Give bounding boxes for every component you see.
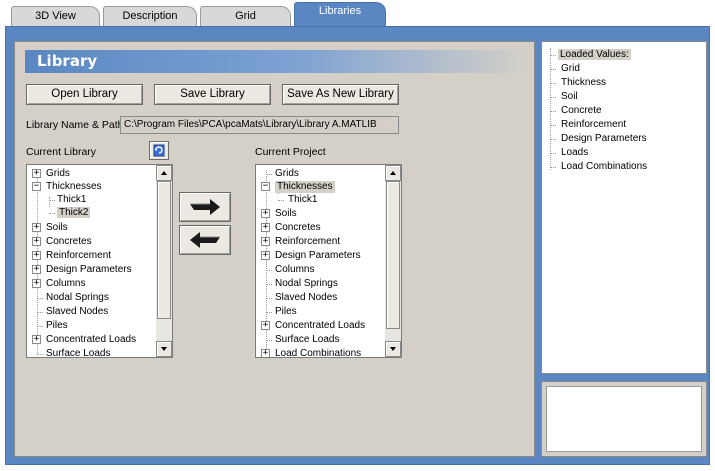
tab-3d-view[interactable]: 3D View	[11, 6, 100, 26]
expand-icon[interactable]: +	[32, 265, 41, 274]
tab-bar: 3D View Description Grid Libraries	[0, 0, 715, 26]
arrow-right-icon	[190, 199, 220, 215]
loaded-values-soil[interactable]: Soil	[561, 91, 578, 103]
tree-item-nodal-springs[interactable]: Nodal Springs	[46, 292, 109, 305]
tree-item-slaved-nodes[interactable]: Slaved Nodes	[46, 306, 108, 319]
loaded-values-load-combinations[interactable]: Load Combinations	[561, 161, 647, 173]
scroll-down-icon[interactable]	[156, 341, 172, 357]
expand-icon[interactable]: +	[261, 321, 270, 330]
expand-icon[interactable]: +	[32, 223, 41, 232]
refresh-library-button[interactable]	[149, 141, 169, 160]
expand-icon[interactable]: +	[32, 335, 41, 344]
library-scroll-thumb[interactable]	[157, 181, 171, 319]
page-title: Library	[37, 52, 98, 70]
scroll-down-icon[interactable]	[385, 341, 401, 357]
details-box	[546, 386, 702, 452]
expand-icon[interactable]: +	[32, 169, 41, 178]
project-item-grids[interactable]: Grids	[275, 168, 299, 181]
expand-icon[interactable]: +	[261, 349, 270, 357]
collapse-icon[interactable]: −	[32, 182, 41, 191]
copy-to-project-button[interactable]	[179, 192, 231, 222]
path-label: Library Name & Path	[26, 119, 124, 131]
tab-grid[interactable]: Grid	[200, 6, 291, 26]
expand-icon[interactable]: +	[261, 223, 270, 232]
copy-to-library-button[interactable]	[179, 225, 231, 255]
current-library-tree[interactable]: + Grids − Thicknesses Thick1 Thick2 + So…	[26, 164, 173, 358]
project-item-slaved-nodes[interactable]: Slaved Nodes	[275, 292, 337, 305]
current-project-tree[interactable]: Grids − Thicknesses Thick1 + Soils + Con…	[255, 164, 402, 358]
expand-icon[interactable]: +	[261, 251, 270, 260]
project-item-nodal-springs[interactable]: Nodal Springs	[275, 278, 338, 291]
loaded-values-concrete[interactable]: Concrete	[561, 105, 602, 117]
current-project-label: Current Project	[255, 146, 326, 158]
loaded-values-loads[interactable]: Loads	[561, 147, 588, 159]
loaded-values-reinforcement[interactable]: Reinforcement	[561, 119, 626, 131]
project-scrollbar[interactable]	[385, 165, 401, 357]
save-as-new-library-button[interactable]: Save As New Library	[282, 84, 399, 105]
expand-icon[interactable]: +	[32, 251, 41, 260]
expand-icon[interactable]: +	[261, 209, 270, 218]
refresh-icon	[153, 144, 165, 157]
tree-item-surface-loads[interactable]: Surface Loads	[46, 348, 111, 357]
open-library-button[interactable]: Open Library	[26, 84, 143, 105]
loaded-values-design-parameters[interactable]: Design Parameters	[561, 133, 647, 145]
project-item-surface-loads[interactable]: Surface Loads	[275, 334, 340, 347]
arrow-left-icon	[190, 232, 220, 248]
library-path-field[interactable]: C:\Program Files\PCA\pcaMats\Library\Lib…	[120, 116, 399, 134]
project-item-columns[interactable]: Columns	[275, 264, 314, 277]
expand-icon[interactable]: +	[32, 279, 41, 288]
project-item-piles[interactable]: Piles	[275, 306, 297, 319]
collapse-icon[interactable]: −	[261, 182, 270, 191]
expand-icon[interactable]: +	[261, 237, 270, 246]
scroll-up-icon[interactable]	[385, 165, 401, 181]
tree-item-thick2[interactable]: Thick2	[57, 207, 91, 220]
loaded-values-root[interactable]: Loaded Values:	[558, 49, 631, 61]
tab-libraries[interactable]: Libraries	[294, 2, 386, 26]
expand-icon[interactable]: +	[32, 237, 41, 246]
library-scrollbar[interactable]	[156, 165, 172, 357]
loaded-values-grid[interactable]: Grid	[561, 63, 580, 75]
tab-description[interactable]: Description	[103, 6, 197, 26]
loaded-values-panel: Loaded Values: Grid Thickness Soil Concr…	[541, 41, 707, 374]
current-library-label: Current Library	[26, 146, 97, 158]
save-library-button[interactable]: Save Library	[154, 84, 271, 105]
project-item-thick1[interactable]: Thick1	[288, 194, 317, 207]
tree-item-thick1[interactable]: Thick1	[57, 194, 86, 207]
tree-item-piles[interactable]: Piles	[46, 320, 68, 333]
loaded-values-thickness[interactable]: Thickness	[561, 77, 606, 89]
scroll-up-icon[interactable]	[156, 165, 172, 181]
project-scroll-thumb[interactable]	[386, 181, 400, 329]
library-header: Library	[25, 50, 528, 73]
